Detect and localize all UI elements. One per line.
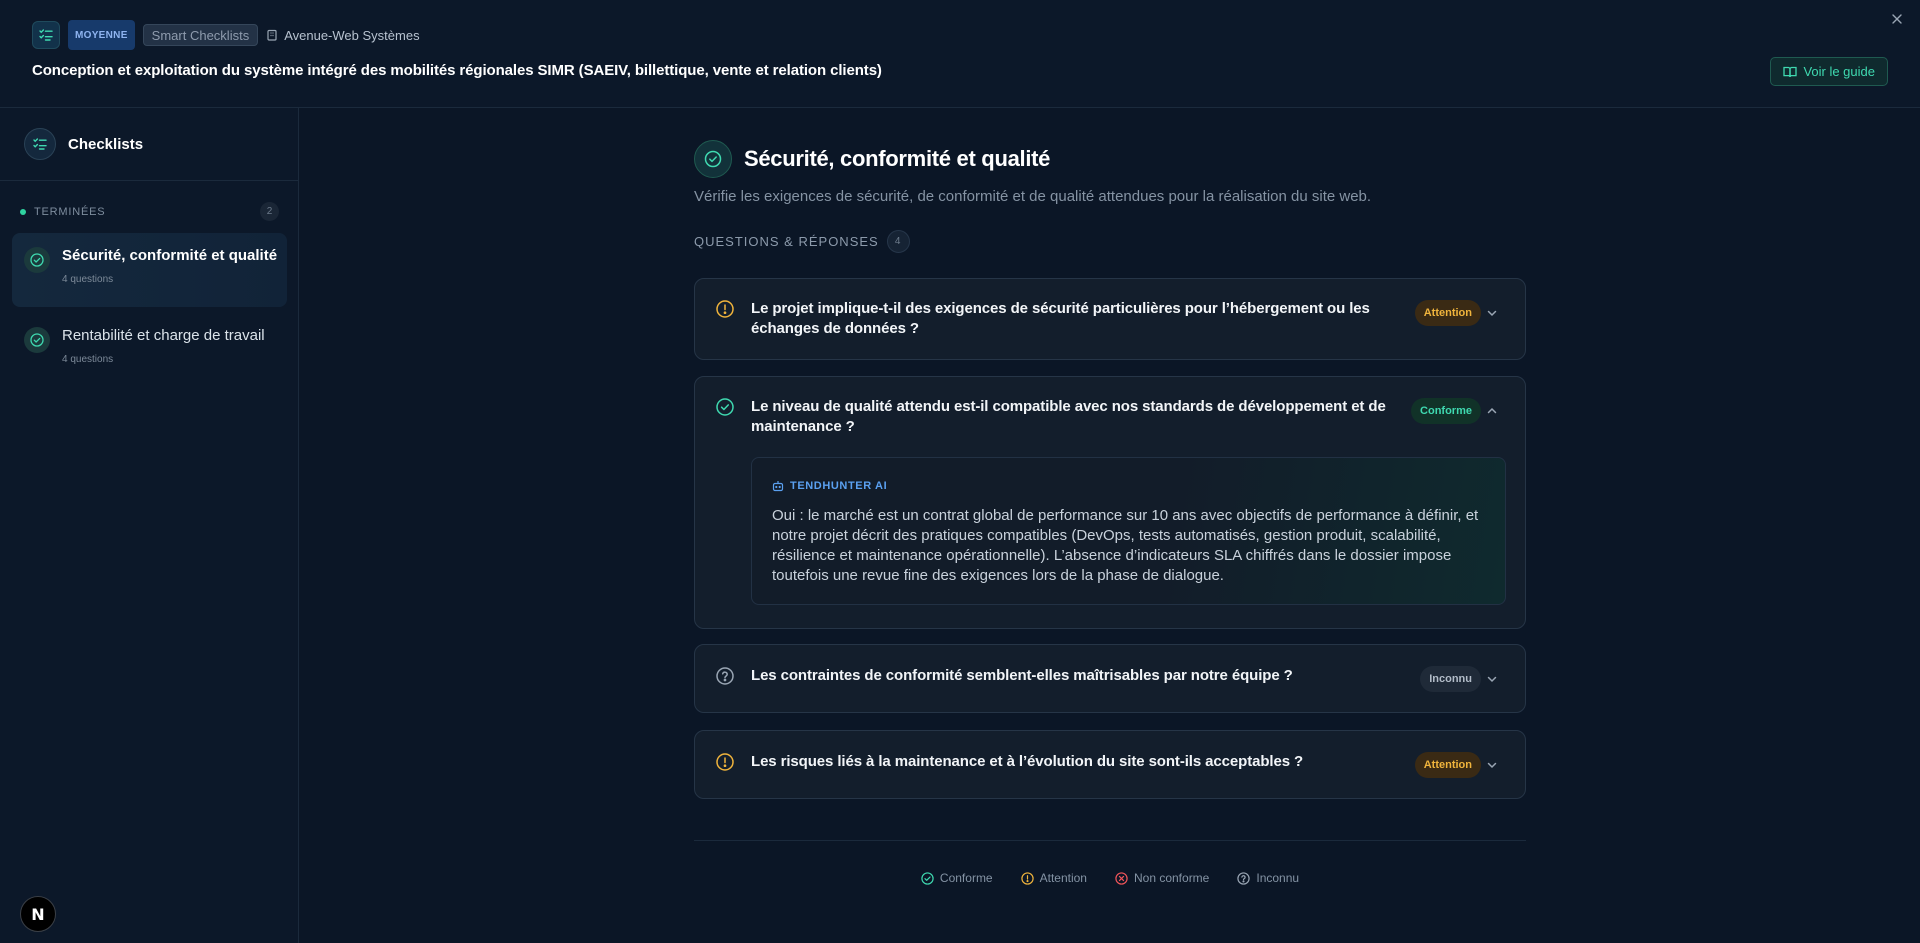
question-card: Les contraintes de conformité semblent-e… — [694, 644, 1526, 713]
qa-heading: QUESTIONS & RÉPONSES 4 — [694, 230, 910, 253]
qa-label: QUESTIONS & RÉPONSES — [694, 234, 879, 249]
question-card: Les risques liés à la maintenance et à l… — [694, 730, 1526, 799]
help-circle-icon — [715, 666, 735, 686]
status-badge: Attention — [1414, 300, 1481, 326]
check-circle-icon — [24, 327, 50, 353]
check-circle-icon — [715, 397, 735, 417]
question-card: Le projet implique-t-il des exigences de… — [694, 278, 1526, 360]
x-circle-icon — [1115, 871, 1128, 885]
legend-item-conforme: Conforme — [921, 871, 993, 885]
legend-item-attention: Attention — [1020, 871, 1087, 885]
legend-item-inconnu: Inconnu — [1237, 871, 1299, 885]
sidebar-item-label: Rentabilité et charge de travail — [62, 327, 265, 344]
sidebar-item-count: 4 questions — [62, 274, 114, 285]
guide-button[interactable]: Voir le guide — [1770, 57, 1888, 86]
chevron-down-icon — [1487, 676, 1497, 683]
header: MOYENNE Smart Checklists Avenue-Web Syst… — [0, 0, 1920, 108]
question-toggle[interactable]: Les contraintes de conformité semblent-e… — [695, 645, 1525, 692]
status-legend: Conforme Attention Non conforme Inconnu — [694, 871, 1526, 885]
chevron-down-icon — [1487, 762, 1497, 769]
checklist-icon — [24, 128, 56, 160]
book-icon — [1783, 66, 1798, 78]
question-toggle[interactable]: Les risques liés à la maintenance et à l… — [695, 731, 1525, 778]
legend-item-non-conforme: Non conforme — [1115, 871, 1209, 885]
building-icon — [266, 29, 278, 41]
section-header: Sécurité, conformité et qualité — [694, 140, 1050, 178]
help-circle-icon — [1237, 871, 1251, 885]
qa-count: 4 — [886, 230, 910, 253]
guide-button-label: Voir le guide — [1803, 64, 1875, 79]
close-button[interactable] — [1888, 10, 1906, 28]
sidebar-section-completed: TERMINÉES 2 — [20, 202, 279, 221]
app-name-badge: Smart Checklists — [142, 24, 259, 46]
sidebar-title: Checklists — [68, 135, 144, 153]
section-title: Sécurité, conformité et qualité — [744, 146, 1051, 171]
sidebar-item-rentabilite[interactable]: Rentabilité et charge de travail 4 quest… — [12, 313, 287, 387]
header-meta: MOYENNE Smart Checklists Avenue-Web Syst… — [32, 20, 420, 50]
company-name: Avenue-Web Systèmes — [284, 27, 420, 43]
robot-icon — [772, 480, 784, 492]
status-badge: Conforme — [1411, 398, 1481, 424]
legend-label: Attention — [1039, 871, 1087, 885]
sidebar: Checklists TERMINÉES 2 Sécurité, conform… — [0, 108, 299, 943]
sidebar-item-label: Sécurité, conformité et qualité — [62, 247, 278, 264]
alert-circle-icon — [1020, 871, 1034, 885]
legend-label: Non conforme — [1133, 871, 1210, 885]
legend-label: Inconnu — [1256, 871, 1300, 885]
check-circle-icon — [694, 140, 732, 178]
ai-label: TENDHUNTER AI — [790, 480, 888, 492]
legend-label: Conforme — [939, 871, 993, 885]
status-dot-icon — [20, 208, 26, 215]
page-title: Conception et exploitation du système in… — [32, 62, 882, 79]
question-text: Le projet implique-t-il des exigences de… — [751, 300, 1370, 337]
question-text: Les risques liés à la maintenance et à l… — [751, 753, 1304, 770]
level-badge: MOYENNE — [68, 20, 135, 50]
alert-circle-icon — [715, 299, 735, 319]
close-icon — [1892, 14, 1902, 24]
section-count: 2 — [260, 202, 279, 221]
status-badge: Inconnu — [1420, 666, 1481, 692]
question-text: Le niveau de qualité attendu est-il comp… — [751, 398, 1386, 435]
section-description: Vérifie les exigences de sécurité, de co… — [694, 188, 1372, 205]
check-circle-icon — [921, 871, 934, 885]
question-text: Les contraintes de conformité semblent-e… — [751, 667, 1293, 684]
ai-label-row: TENDHUNTER AI — [772, 480, 1485, 492]
alert-circle-icon — [715, 752, 735, 772]
question-toggle[interactable]: Le niveau de qualité attendu est-il comp… — [695, 377, 1525, 437]
status-badge: Attention — [1414, 752, 1481, 778]
sidebar-header: Checklists — [0, 108, 298, 181]
chevron-up-icon — [1487, 407, 1497, 414]
question-toggle[interactable]: Le projet implique-t-il des exigences de… — [695, 279, 1525, 339]
checklist-icon — [32, 21, 60, 49]
ai-answer-panel: TENDHUNTER AI Oui : le marché est un con… — [751, 457, 1506, 605]
company-label: Avenue-Web Systèmes — [266, 27, 420, 43]
sidebar-item-count: 4 questions — [62, 354, 114, 365]
chevron-down-icon — [1487, 310, 1497, 317]
ai-answer-text: Oui : le marché est un contrat global de… — [772, 507, 1479, 584]
section-label: TERMINÉES — [34, 205, 106, 218]
question-card: Le niveau de qualité attendu est-il comp… — [694, 376, 1526, 629]
avatar[interactable]: N — [20, 896, 56, 932]
divider — [694, 840, 1526, 841]
sidebar-item-securite[interactable]: Sécurité, conformité et qualité 4 questi… — [12, 233, 287, 307]
check-circle-icon — [24, 247, 50, 273]
